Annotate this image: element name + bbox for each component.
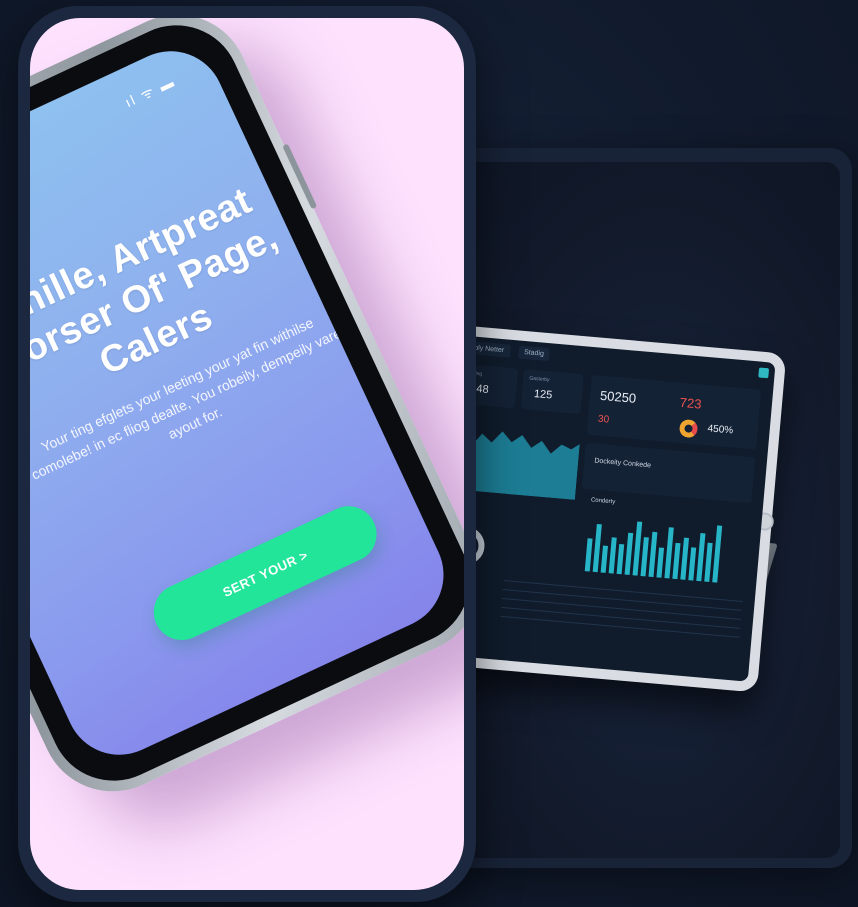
dashboard-screen: Apply Netter Stadig Heading 1348 Gasterb… [440, 334, 776, 682]
stat-label: Gasterby [529, 375, 550, 384]
phone-screen: ıl ᯤ ▬ Whille, Artpreat Corser Of' Page,… [30, 33, 462, 773]
stat-card: Gasterby 125 [520, 369, 584, 415]
status-bar-icons: ıl ᯤ ▬ [122, 73, 178, 111]
table-row [500, 615, 740, 638]
section-title: Dockeity Conkede [594, 457, 652, 470]
start-button[interactable]: SERT YOUR > [144, 497, 386, 650]
bar [712, 525, 723, 583]
bar [600, 545, 608, 573]
bar [584, 538, 593, 572]
tablet-device: Apply Netter Stadig Heading 1348 Gasterb… [440, 324, 826, 746]
metric-percent: 450% [707, 423, 734, 437]
stat-value: 50250 [599, 387, 637, 406]
tablet-preview-inner: Apply Netter Stadig Heading 1348 Gasterb… [440, 162, 840, 858]
stat-value-alert: 723 [679, 394, 703, 412]
bar [688, 547, 697, 581]
avatar[interactable] [758, 367, 770, 379]
phone-preview-card: ıl ᯤ ▬ Whille, Artpreat Corser Of' Page,… [18, 6, 476, 902]
bar [680, 537, 689, 580]
tablet-frame: Apply Netter Stadig Heading 1348 Gasterb… [440, 324, 787, 693]
bar [672, 542, 681, 580]
bar-chart-title: Conderty [590, 497, 616, 506]
bar [704, 542, 713, 582]
bar-chart [584, 511, 723, 583]
bar [640, 537, 649, 577]
stats-panel: 50250 723 30 450% [586, 374, 762, 450]
phone-body: ıl ᯤ ▬ Whille, Artpreat Corser Of' Page,… [30, 18, 464, 815]
tablet-preview-card: Apply Netter Stadig Heading 1348 Gasterb… [430, 148, 852, 868]
metric-small: 30 [597, 413, 610, 426]
donut-chart-icon [678, 418, 699, 439]
data-table [500, 580, 743, 646]
bar [608, 537, 617, 574]
filter-pill[interactable]: Stadig [517, 344, 551, 361]
phone-preview-inner: ıl ᯤ ▬ Whille, Artpreat Corser Of' Page,… [30, 18, 464, 890]
info-panel: Dockeity Conkede [581, 442, 756, 504]
stat-value: 125 [533, 387, 553, 402]
bar [616, 543, 625, 575]
phone-device: ıl ᯤ ▬ Whille, Artpreat Corser Of' Page,… [30, 18, 464, 815]
bar [656, 547, 665, 578]
bar [624, 532, 634, 575]
phone-bezel: ıl ᯤ ▬ Whille, Artpreat Corser Of' Page,… [30, 18, 464, 802]
